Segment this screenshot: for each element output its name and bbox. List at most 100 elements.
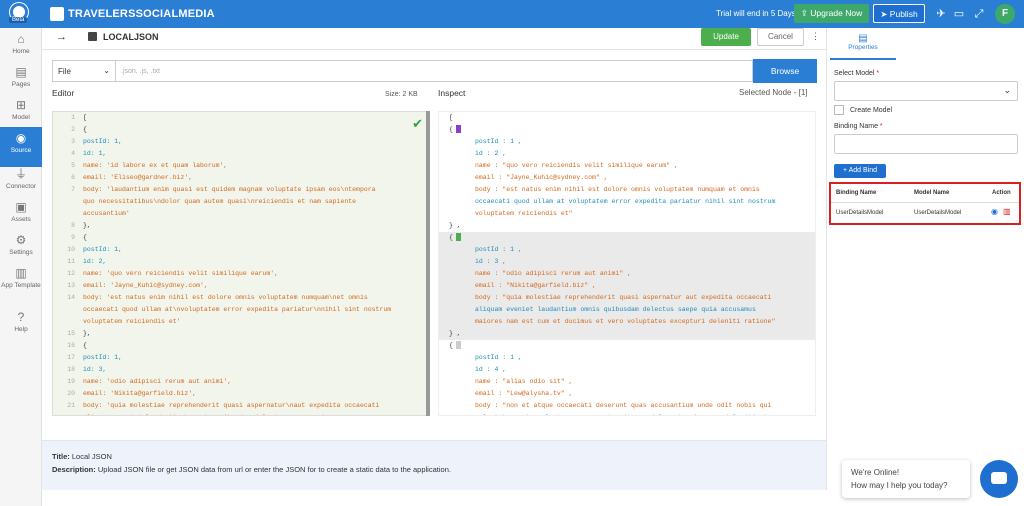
json-node[interactable]: {postId : 1 , id : 4 , name : "alias odio … xyxy=(439,340,815,415)
rocket-icon[interactable]: ✈ xyxy=(934,7,948,21)
create-model-checkbox[interactable] xyxy=(834,105,844,115)
code-line: quo necessitatibus\ndolor quam autem qua… xyxy=(83,198,357,205)
line-number: 1 xyxy=(71,114,75,121)
open-bracket: [ xyxy=(449,114,453,121)
json-property: voluptatem quia voluptas consequuntur it… xyxy=(439,412,815,415)
code-line: id: 1, xyxy=(83,150,107,157)
binding-name-label: Binding Name * xyxy=(834,123,883,130)
add-bind-button[interactable]: + Add Bind xyxy=(834,164,886,178)
json-property: postId : 1 , xyxy=(475,138,522,145)
editor-label: Editor xyxy=(52,88,75,98)
line-number: 4 xyxy=(71,150,75,157)
create-model-label: Create Model xyxy=(850,107,893,114)
home-icon: ⌂ xyxy=(17,32,25,46)
sidebar-item-app-template[interactable]: ▥ App Template xyxy=(0,262,42,300)
code-content[interactable]: [ { postId: 1, id: 1, name: 'id labore e… xyxy=(83,112,423,415)
line-number: 16 xyxy=(67,342,75,349)
code-line: body: 'quia molestiae reprehenderit quas… xyxy=(83,402,380,409)
delete-icon[interactable]: ▥ xyxy=(1003,207,1011,216)
browse-button[interactable]: Browse xyxy=(753,59,817,83)
node-marker[interactable] xyxy=(455,233,461,242)
code-line: id: 3, xyxy=(83,366,107,373)
node-marker[interactable] xyxy=(455,125,461,134)
tab-properties[interactable]: ▤ Properties xyxy=(830,30,896,60)
line-number: 12 xyxy=(67,270,75,277)
source-type-select[interactable]: File ⌄ xyxy=(52,60,116,82)
json-property: name : "quo vero reiciendis velit simili… xyxy=(475,162,678,169)
selected-node: Selected Node - [1] xyxy=(739,88,808,97)
json-node[interactable]: {postId : 1 , id : 3 , name : "odio adipis… xyxy=(439,232,815,340)
code-line: voluptatem reiciendis et' xyxy=(83,318,181,325)
line-number xyxy=(53,316,75,328)
node-marker[interactable] xyxy=(455,341,461,350)
column-header: Model Name xyxy=(914,190,950,196)
close-brace: } , xyxy=(449,222,461,229)
editor-size: Size: 2 KB xyxy=(385,91,418,98)
json-property: email : "Lew@alysha.tv" , xyxy=(475,390,573,397)
comment-icon[interactable]: ▭ xyxy=(952,7,966,21)
editor-scrollbar[interactable] xyxy=(426,111,430,416)
json-editor[interactable]: 1 2 3 4 5 6 7 8 9 10 11 12 13 14 15 16 17 18 19 20 21 [ { po… xyxy=(52,111,430,416)
select-model-label: Select Model * xyxy=(834,70,880,77)
model-name-cell: UserDetailsModel xyxy=(914,210,962,216)
json-property: body : "non et atque occaecati deserunt … xyxy=(475,402,772,409)
trial-notice: Trial will end in 5 Days xyxy=(716,9,796,18)
code-line: accusantium' xyxy=(83,210,130,217)
line-number xyxy=(53,412,75,415)
line-number xyxy=(53,196,75,208)
valid-check-icon: ✔ xyxy=(412,117,423,132)
code-line: { xyxy=(83,342,87,349)
update-button[interactable]: Update xyxy=(701,28,751,46)
binding-name-input[interactable] xyxy=(834,134,1018,154)
model-icon: ⊞ xyxy=(15,98,27,112)
sidebar-item-help[interactable]: ? Help xyxy=(0,306,42,346)
json-property: voluptatem reiciendis et" xyxy=(475,210,573,217)
column-header: Binding Name xyxy=(836,190,877,196)
code-line: body: 'est natus enim nihil est dolore o… xyxy=(83,294,368,301)
line-number: 8 xyxy=(71,222,75,229)
more-options-icon[interactable]: ⋮ xyxy=(811,31,820,42)
line-number: 20 xyxy=(67,390,75,397)
description-value: Upload JSON file or get JSON data from u… xyxy=(97,465,451,474)
app-icon xyxy=(50,7,64,21)
code-line: email: 'Eliseo@gardner.biz', xyxy=(83,174,193,181)
line-number: 15 xyxy=(67,330,75,337)
json-property: name : "alias odio sit" , xyxy=(475,378,573,385)
json-inspector[interactable]: [{postId : 1 , id : 2 , name : "quo vero r… xyxy=(438,111,816,416)
inspect-label: Inspect xyxy=(438,88,466,98)
chevron-down-icon: ⌄ xyxy=(1003,85,1011,95)
clipboard-icon: ▤ xyxy=(858,33,868,44)
cancel-button[interactable]: Cancel xyxy=(757,28,804,46)
chat-launcher[interactable] xyxy=(980,460,1018,498)
file-path-input[interactable]: .json, .js, .txt xyxy=(116,60,753,82)
json-property: body : "quia molestiae reprehenderit qua… xyxy=(475,294,772,301)
app-title: TRAVELERSSOCIALMEDIA xyxy=(68,8,215,20)
upgrade-button[interactable]: ⇪ Upgrade Now xyxy=(794,4,869,23)
json-property: body : "est natus enim nihil est dolore … xyxy=(475,186,760,193)
database-icon: ◉ xyxy=(15,131,27,145)
model-select[interactable]: ⌄ xyxy=(834,81,1018,101)
code-line: postId: 1, xyxy=(83,354,123,361)
beta-badge: Beta xyxy=(9,17,28,23)
expand-icon[interactable]: ⤢ xyxy=(972,7,986,21)
chat-greeting[interactable]: We're Online! How may I help you today? xyxy=(842,460,970,498)
view-icon[interactable]: ◉ xyxy=(991,207,998,216)
avatar[interactable]: F xyxy=(995,4,1015,24)
code-line: email: 'Nikita@garfield.biz', xyxy=(83,390,197,397)
description-label: Description: xyxy=(52,465,96,474)
code-line: name: 'quo vero reiciendis velit similiq… xyxy=(83,270,279,277)
code-line: postId: 1, xyxy=(83,138,123,145)
publish-button[interactable]: ➤ Publish xyxy=(873,4,925,23)
line-number: 18 xyxy=(67,366,75,373)
json-property: name : "odio adipisci rerum aut animi" , xyxy=(475,270,632,277)
line-number: 2 xyxy=(71,126,75,133)
sidebar-item-source[interactable]: ◉ Source xyxy=(0,127,42,167)
code-line: { xyxy=(83,234,87,241)
json-property: aliquam eveniet laudantium omnis quibusd… xyxy=(475,306,756,313)
chevron-down-icon: ⌄ xyxy=(103,66,110,75)
arrow-right-icon[interactable]: → xyxy=(56,31,67,43)
json-node[interactable]: {postId : 1 , id : 2 , name : "quo vero re… xyxy=(439,124,815,232)
json-property: id : 2 , xyxy=(475,150,507,157)
json-property: postId : 1 , xyxy=(475,354,522,361)
line-number xyxy=(53,304,75,316)
